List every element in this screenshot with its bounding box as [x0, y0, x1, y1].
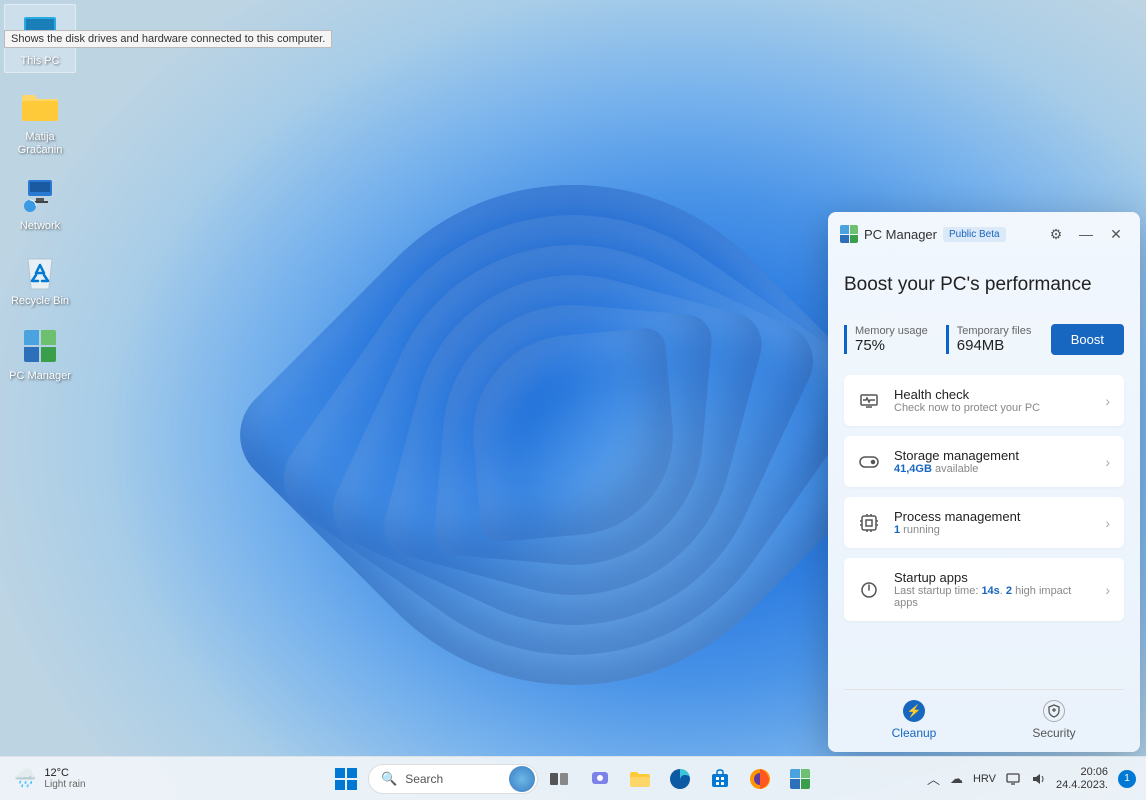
- tooltip-this-pc: Shows the disk drives and hardware conne…: [4, 30, 332, 48]
- stat-label: Memory usage: [855, 325, 928, 337]
- stat-value: 75%: [855, 337, 928, 354]
- card-title: Storage management: [894, 448, 1091, 463]
- card-title: Process management: [894, 509, 1091, 524]
- desktop-icon-label: PC Manager: [9, 370, 71, 383]
- card-subtitle: Last startup time: 14s. 2 high impact ap…: [894, 585, 1091, 609]
- power-icon: [858, 579, 880, 601]
- pc-manager-icon: [790, 769, 810, 789]
- process-management-card[interactable]: Process management 1 running ›: [844, 497, 1124, 548]
- storage-icon: [858, 451, 880, 473]
- taskbar: 🌧️ 12°C Light rain 🔍 Search ︿ ☁ HRV 20:0…: [0, 756, 1146, 800]
- card-subtitle: 41,4GB available: [894, 463, 1091, 475]
- close-icon: ✕: [1110, 226, 1122, 243]
- start-button[interactable]: [328, 761, 364, 797]
- card-subtitle: Check now to protect your PC: [894, 402, 1091, 414]
- firefox-icon: [749, 768, 771, 790]
- network-tray-icon[interactable]: [1006, 772, 1022, 786]
- search-emblem-icon: [509, 766, 535, 792]
- taskbar-clock[interactable]: 20:06 24.4.2023.: [1056, 766, 1108, 790]
- close-button[interactable]: ✕: [1104, 222, 1128, 246]
- folder-icon: [629, 770, 651, 788]
- desktop-icon-network[interactable]: Network: [4, 170, 76, 237]
- taskbar-tray: ︿ ☁ HRV 20:06 24.4.2023. 1: [927, 766, 1146, 790]
- startup-apps-card[interactable]: Startup apps Last startup time: 14s. 2 h…: [844, 558, 1124, 621]
- minimize-button[interactable]: —: [1074, 222, 1098, 246]
- language-indicator[interactable]: HRV: [973, 773, 996, 785]
- pc-manager-logo-icon: [840, 225, 858, 243]
- stat-label: Temporary files: [957, 325, 1032, 337]
- weather-temp: 12°C: [44, 767, 85, 779]
- minimize-icon: —: [1079, 226, 1093, 242]
- edge-icon: [669, 768, 691, 790]
- weather-icon: 🌧️: [14, 768, 36, 789]
- taskbar-search[interactable]: 🔍 Search: [368, 764, 538, 794]
- boost-heading: Boost your PC's performance: [844, 274, 1124, 296]
- pc-manager-window: PC Manager Public Beta ⚙ — ✕ Boost your …: [828, 212, 1140, 752]
- tab-label: Cleanup: [892, 726, 937, 740]
- card-title: Startup apps: [894, 570, 1091, 585]
- health-check-card[interactable]: Health check Check now to protect your P…: [844, 375, 1124, 426]
- task-view-button[interactable]: [542, 761, 578, 797]
- edge-button[interactable]: [662, 761, 698, 797]
- settings-button[interactable]: ⚙: [1044, 222, 1068, 246]
- stats-row: Memory usage 75% Temporary files 694MB B…: [844, 324, 1124, 355]
- clock-time: 20:06: [1080, 766, 1108, 778]
- desktop-icon-recycle-bin[interactable]: Recycle Bin: [4, 245, 76, 312]
- chat-button[interactable]: [582, 761, 618, 797]
- memory-usage-stat: Memory usage 75%: [844, 325, 928, 354]
- file-explorer-button[interactable]: [622, 761, 658, 797]
- pc-manager-taskbar-button[interactable]: [782, 761, 818, 797]
- desktop-icon-label: Network: [20, 220, 60, 233]
- desktop-icon-pc-manager[interactable]: PC Manager: [4, 320, 76, 387]
- shield-icon: [1043, 700, 1065, 722]
- pc-manager-titlebar: PC Manager Public Beta ⚙ — ✕: [828, 212, 1140, 256]
- chevron-right-icon: ›: [1105, 393, 1110, 409]
- chevron-right-icon: ›: [1105, 454, 1110, 470]
- boost-button[interactable]: Boost: [1051, 324, 1124, 355]
- windows-logo-icon: [335, 768, 357, 790]
- desktop-icon-label: Recycle Bin: [11, 295, 69, 308]
- weather-desc: Light rain: [44, 779, 85, 790]
- tray-overflow-button[interactable]: ︿: [927, 769, 940, 788]
- taskbar-weather[interactable]: 🌧️ 12°C Light rain: [0, 767, 86, 790]
- search-placeholder: Search: [405, 772, 525, 786]
- bolt-icon: ⚡: [903, 700, 925, 722]
- stat-value: 694MB: [957, 337, 1032, 354]
- card-subtitle: 1 running: [894, 524, 1091, 536]
- chat-icon: [590, 769, 610, 789]
- tab-label: Security: [1032, 726, 1075, 740]
- task-view-icon: [550, 771, 570, 787]
- chevron-right-icon: ›: [1105, 582, 1110, 598]
- temporary-files-stat: Temporary files 694MB: [946, 325, 1032, 354]
- desktop-icons: This PC Matija Gračanin Network Recycle …: [0, 0, 80, 399]
- tab-security[interactable]: Security: [984, 690, 1124, 752]
- tab-cleanup[interactable]: ⚡ Cleanup: [844, 690, 984, 752]
- recycle-bin-icon: [18, 249, 62, 293]
- clock-date: 24.4.2023.: [1056, 779, 1108, 791]
- health-icon: [858, 390, 880, 412]
- volume-tray-icon[interactable]: [1032, 772, 1046, 786]
- card-title: Health check: [894, 387, 1091, 402]
- storage-management-card[interactable]: Storage management 41,4GB available ›: [844, 436, 1124, 487]
- folder-icon: [18, 85, 62, 129]
- desktop-icon-label: This PC: [20, 55, 59, 68]
- gear-icon: ⚙: [1050, 226, 1063, 243]
- desktop-icon-label: Matija Gračanin: [6, 131, 74, 157]
- process-icon: [858, 512, 880, 534]
- store-button[interactable]: [702, 761, 738, 797]
- desktop-icon-user-folder[interactable]: Matija Gračanin: [4, 81, 76, 161]
- chevron-right-icon: ›: [1105, 515, 1110, 531]
- pc-manager-bottom-tabs: ⚡ Cleanup Security: [844, 689, 1124, 752]
- firefox-button[interactable]: [742, 761, 778, 797]
- network-icon: [18, 174, 62, 218]
- pc-manager-icon: [18, 324, 62, 368]
- search-icon: 🔍: [381, 771, 397, 787]
- notification-badge[interactable]: 1: [1118, 770, 1136, 788]
- public-beta-badge: Public Beta: [943, 227, 1006, 242]
- store-icon: [710, 769, 730, 789]
- taskbar-center: 🔍 Search: [328, 761, 818, 797]
- onedrive-icon[interactable]: ☁: [950, 771, 963, 787]
- pc-manager-title: PC Manager: [864, 227, 937, 242]
